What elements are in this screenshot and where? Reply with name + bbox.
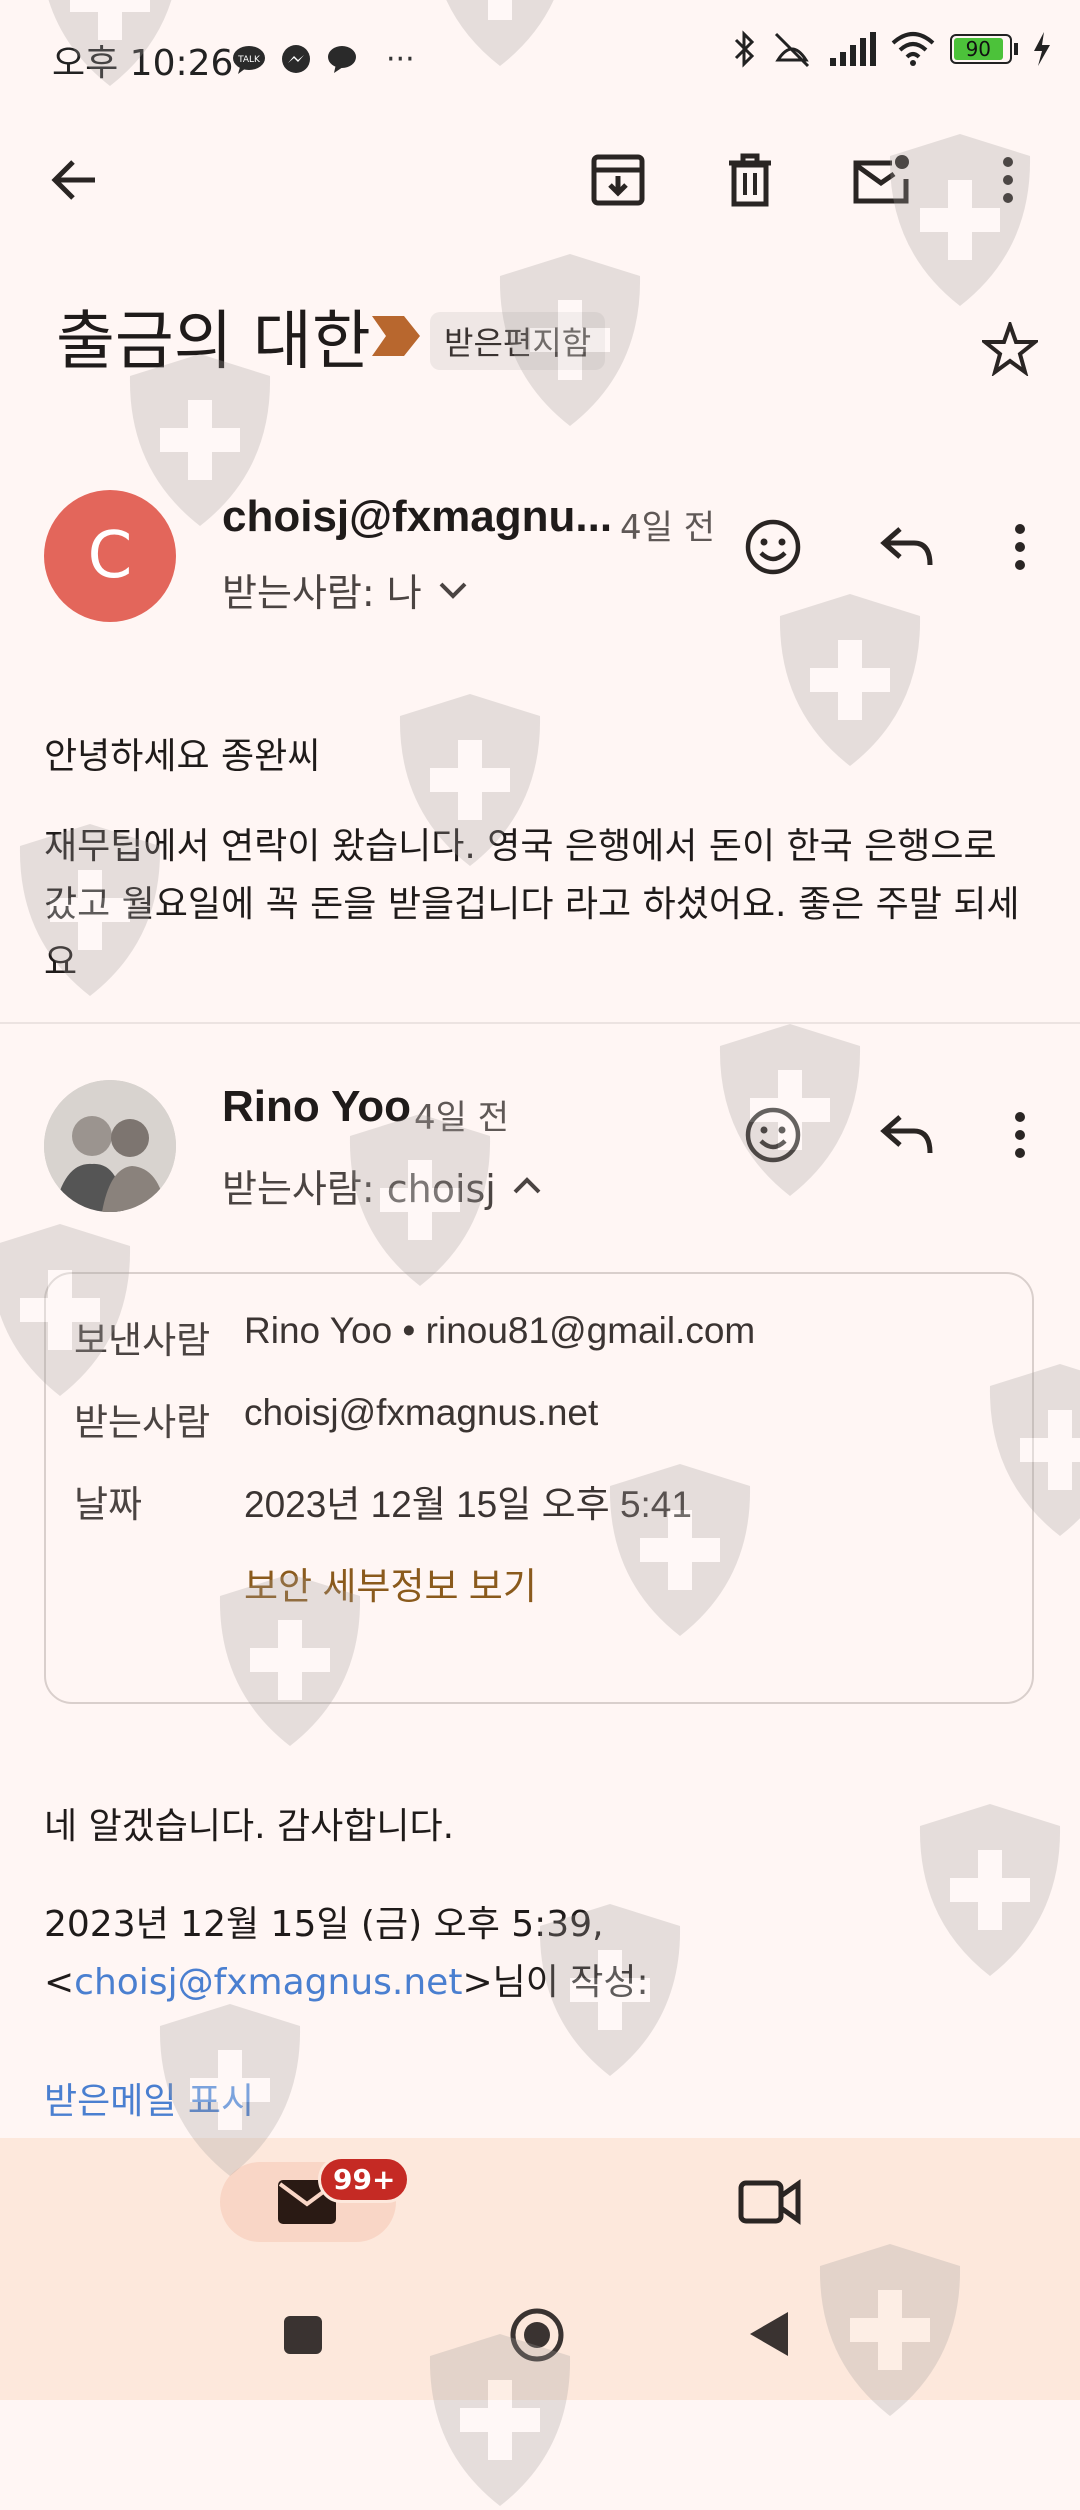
message-greeting: 안녕하세요 종완씨	[44, 736, 321, 777]
archive-button[interactable]	[586, 148, 650, 212]
more-notifications-icon: ···	[386, 42, 415, 77]
from-label: 보낸사람	[74, 1319, 211, 1362]
video-camera-icon	[738, 2179, 801, 2225]
quote-email-link[interactable]: choisj@fxmagnus.net	[74, 1962, 462, 2003]
home-button[interactable]	[508, 2306, 566, 2364]
reply-text: 네 알겠습니다. 감사합니다.	[44, 1806, 455, 1847]
battery-level: 90	[954, 38, 1003, 60]
message-body: 재무팁에서 연락이 왔습니다. 영국 은행에서 돈이 한국 은행으로 갔고 월요…	[44, 826, 1020, 983]
recipient-toggle[interactable]: 받는사람: 나	[222, 562, 468, 617]
chevron-up-icon	[513, 1176, 541, 1193]
signal-icon	[830, 32, 876, 66]
vibrate-off-icon	[774, 32, 810, 68]
add-reaction-button[interactable]	[738, 512, 808, 582]
message-time: 4일 전	[620, 508, 715, 548]
date-label: 날짜	[74, 1483, 143, 1526]
archive-icon	[591, 154, 645, 206]
inbox-label-chip[interactable]: 받은편지함	[430, 312, 606, 370]
square-icon	[284, 2316, 322, 2354]
chat-icon	[328, 45, 356, 73]
triangle-back-icon	[750, 2312, 788, 2356]
more-vert-icon	[1003, 157, 1013, 203]
wifi-icon	[891, 32, 935, 66]
sender-avatar[interactable]: C	[44, 490, 176, 622]
quote-suffix: >님이 작성:	[462, 1962, 649, 2003]
message-time: 4일 전	[414, 1098, 509, 1138]
sender-name[interactable]: Rino Yoo	[222, 1082, 411, 1132]
charging-icon	[1034, 32, 1050, 66]
person-photo-icon	[44, 1080, 176, 1212]
message-more-button[interactable]	[985, 1100, 1055, 1170]
sender-photo-avatar[interactable]	[44, 1080, 176, 1212]
trash-icon	[729, 153, 771, 207]
watermark-shield-icon	[420, 0, 580, 70]
star-icon	[982, 322, 1038, 376]
status-time: 오후 10:26	[52, 43, 234, 84]
emoji-icon	[745, 519, 801, 575]
battery-indicator: 90	[950, 34, 1018, 64]
kakaotalk-icon: TALK	[233, 45, 265, 74]
mark-unread-button[interactable]	[850, 148, 914, 212]
bluetooth-icon	[734, 30, 755, 68]
more-options-button[interactable]	[976, 148, 1040, 212]
mark-unread-icon	[853, 155, 909, 204]
recents-button[interactable]	[282, 2314, 324, 2356]
chevron-down-icon	[439, 582, 467, 599]
status-right: 90	[732, 30, 1052, 68]
sender-name[interactable]: choisj@fxmagnu...	[222, 492, 612, 542]
reply-icon	[880, 527, 933, 566]
star-button[interactable]	[982, 322, 1038, 376]
recipient-text: 받는사람: choisj	[222, 1167, 496, 1211]
emoji-icon	[745, 1107, 801, 1163]
add-reaction-button[interactable]	[738, 1100, 808, 1170]
more-vert-icon	[1015, 524, 1025, 570]
label-arrow-icon	[372, 316, 420, 356]
delete-button[interactable]	[718, 148, 782, 212]
system-back-button[interactable]	[748, 2310, 790, 2358]
message-more-button[interactable]	[985, 512, 1055, 582]
recipient-toggle[interactable]: 받는사람: choisj	[222, 1158, 542, 1213]
quote-header: 2023년 12월 15일 (금) 오후 5:39, <choisj@fxmag…	[44, 1896, 1034, 2012]
reply-icon	[880, 1115, 933, 1154]
from-value: Rino Yoo • rinou81@gmail.com	[244, 1310, 756, 1351]
message-details-card: 보낸사람 Rino Yoo • rinou81@gmail.com 받는사람 c…	[44, 1272, 1034, 1704]
reply-button[interactable]	[872, 512, 942, 582]
nav-meet-tab[interactable]	[738, 2176, 802, 2228]
date-value: 2023년 12월 15일 오후 5:41	[244, 1484, 692, 1525]
show-quoted-text-link[interactable]: 받은메일 표시	[44, 2072, 254, 2124]
to-value: choisj@fxmagnus.net	[244, 1392, 599, 1433]
notification-icons: TALK ···	[232, 42, 415, 77]
svg-text:TALK: TALK	[237, 55, 261, 65]
email-subject: 출금의 대한	[56, 305, 371, 379]
unread-count-badge: 99+	[318, 2156, 411, 2203]
home-circle-icon	[510, 2308, 564, 2362]
messenger-icon	[282, 44, 310, 73]
view-security-details-link[interactable]: 보안 세부정보 보기	[244, 1556, 537, 1610]
message-divider	[0, 1022, 1080, 1024]
recipient-text: 받는사람: 나	[222, 571, 422, 615]
back-button[interactable]	[42, 148, 106, 212]
reply-button[interactable]	[872, 1100, 942, 1170]
more-vert-icon	[1015, 1112, 1025, 1158]
avatar-letter: C	[87, 519, 133, 593]
back-arrow-icon	[51, 160, 95, 200]
to-label: 받는사람	[74, 1401, 211, 1444]
